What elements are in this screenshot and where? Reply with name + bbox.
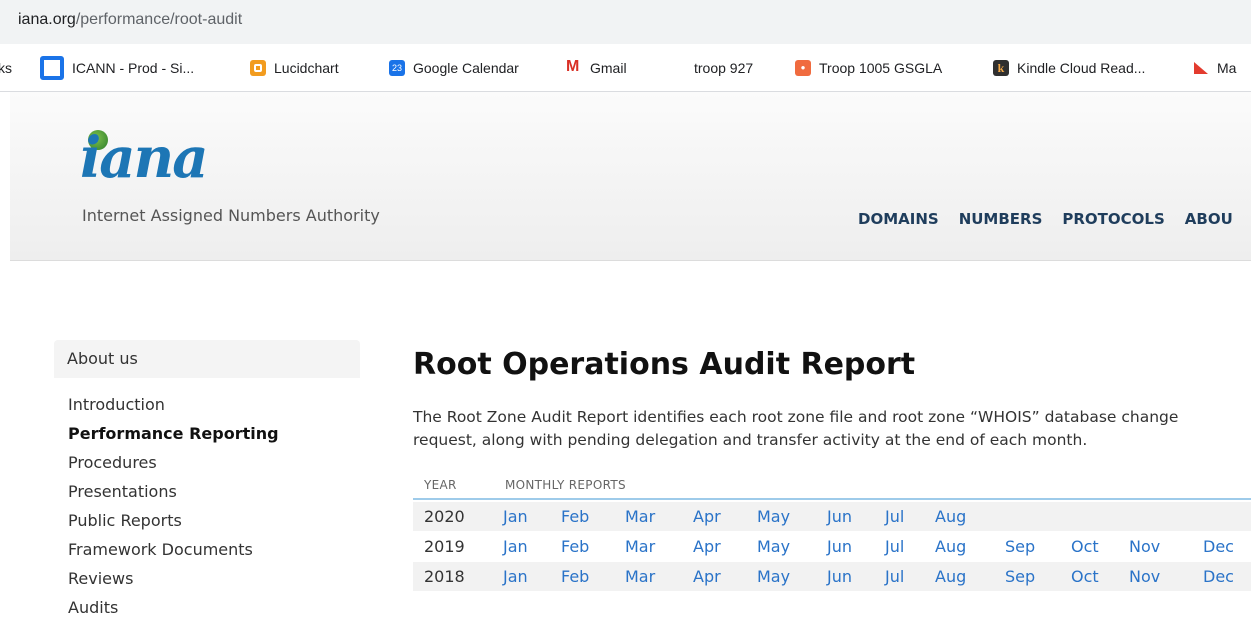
month-report-link[interactable]: Jan xyxy=(503,537,528,556)
month-report-link[interactable]: Jun xyxy=(827,537,852,556)
gmail-icon: M xyxy=(566,57,580,75)
bookmarks-bar: ks ICANN - Prod - Si... Lucidchart 23 Go… xyxy=(0,44,1251,92)
bookmark-troop-1005[interactable]: ● Troop 1005 GSGLA xyxy=(795,44,942,91)
url-text[interactable]: iana.org/performance/root-audit xyxy=(18,11,242,29)
month-report-link[interactable]: Feb xyxy=(561,567,589,586)
month-report-link[interactable]: Mar xyxy=(625,567,655,586)
bookmark-ma[interactable]: Ma xyxy=(1193,44,1236,91)
top-navigation: DOMAINS NUMBERS PROTOCOLS ABOU xyxy=(858,210,1251,228)
bookmark-icon xyxy=(1193,59,1209,76)
sidebar-menu: Introduction Performance Reporting Proce… xyxy=(54,390,360,622)
month-report-link[interactable]: Oct xyxy=(1071,567,1099,586)
site-tagline: Internet Assigned Numbers Authority xyxy=(82,206,380,225)
month-report-link[interactable]: Nov xyxy=(1129,537,1160,556)
kindle-icon: k xyxy=(993,59,1009,76)
month-report-link[interactable]: Jul xyxy=(885,507,904,526)
nav-about[interactable]: ABOU xyxy=(1185,210,1233,228)
bookmark-label: Google Calendar xyxy=(413,59,519,76)
month-report-link[interactable]: May xyxy=(757,537,790,556)
table-row: 2020 Jan Feb Mar Apr May Jun Jul Aug xyxy=(413,502,1251,531)
sidebar-item-reviews[interactable]: Reviews xyxy=(68,564,360,593)
sidebar-item-procedures[interactable]: Procedures xyxy=(68,448,360,477)
month-report-link[interactable]: Sep xyxy=(1005,537,1035,556)
site-header: iana Internet Assigned Numbers Authority… xyxy=(10,92,1251,261)
table-header: YEAR MONTHLY REPORTS xyxy=(413,476,1251,500)
bookmark-item[interactable]: ks xyxy=(0,44,12,91)
nav-numbers[interactable]: NUMBERS xyxy=(959,210,1043,228)
bookmark-icann[interactable]: ICANN - Prod - Si... xyxy=(40,44,194,91)
month-report-link[interactable]: Nov xyxy=(1129,567,1160,586)
url-path: /performance/root-audit xyxy=(75,11,243,28)
main-content: Root Operations Audit Report The Root Zo… xyxy=(413,340,1251,591)
year-cell: 2020 xyxy=(424,507,465,526)
column-header-monthly-reports: MONTHLY REPORTS xyxy=(505,478,626,492)
sidebar-item-introduction[interactable]: Introduction xyxy=(68,390,360,419)
sidebar: About us Introduction Performance Report… xyxy=(54,340,360,617)
bookmark-gmail[interactable]: M Gmail xyxy=(566,44,627,91)
month-report-link[interactable]: Mar xyxy=(625,507,655,526)
nav-protocols[interactable]: PROTOCOLS xyxy=(1062,210,1164,228)
troop-icon: ● xyxy=(795,59,811,76)
icann-icon xyxy=(40,55,64,80)
intro-paragraph: The Root Zone Audit Report identifies ea… xyxy=(413,408,1179,449)
bookmark-label: Ma xyxy=(1217,59,1237,76)
month-report-link[interactable]: Feb xyxy=(561,507,589,526)
month-report-link[interactable]: Apr xyxy=(693,537,721,556)
sidebar-item-public-reports[interactable]: Public Reports xyxy=(68,506,360,535)
bookmark-google-calendar[interactable]: 23 Google Calendar xyxy=(389,44,519,91)
month-report-link[interactable]: Jul xyxy=(885,537,904,556)
sidebar-heading[interactable]: About us xyxy=(54,340,360,378)
bookmark-label: ICANN - Prod - Si... xyxy=(72,59,195,76)
month-report-link[interactable]: Aug xyxy=(935,537,966,556)
month-report-link[interactable]: Dec xyxy=(1203,567,1234,586)
page-title: Root Operations Audit Report xyxy=(413,347,916,382)
report-table: 2020 Jan Feb Mar Apr May Jun Jul Aug 2019 Jan Feb Ma… xyxy=(413,502,1251,592)
address-bar[interactable]: iana.org/performance/root-audit xyxy=(0,0,1251,44)
month-report-link[interactable]: Dec xyxy=(1203,537,1234,556)
bookmark-label: ks xyxy=(0,59,12,76)
sidebar-item-audits[interactable]: Audits xyxy=(68,593,360,622)
month-report-link[interactable]: Apr xyxy=(693,567,721,586)
year-cell: 2019 xyxy=(424,537,465,556)
month-report-link[interactable]: May xyxy=(757,567,790,586)
url-host: iana.org xyxy=(18,11,76,28)
month-report-link[interactable]: Sep xyxy=(1005,567,1035,586)
bookmark-lucidchart[interactable]: Lucidchart xyxy=(250,44,339,91)
year-cell: 2018 xyxy=(424,567,465,586)
bookmark-label: Gmail xyxy=(590,59,627,76)
nav-domains[interactable]: DOMAINS xyxy=(858,210,939,228)
sidebar-item-framework-documents[interactable]: Framework Documents xyxy=(68,535,360,564)
column-header-year: YEAR xyxy=(424,478,457,492)
month-report-link[interactable]: Jan xyxy=(503,507,528,526)
month-report-link[interactable]: Oct xyxy=(1071,537,1099,556)
table-row: 2019 Jan Feb Mar Apr May Jun Jul Aug Sep Oct Nov Dec xyxy=(413,532,1251,561)
sidebar-item-presentations[interactable]: Presentations xyxy=(68,477,360,506)
bookmark-label: troop 927 xyxy=(694,59,754,76)
month-report-link[interactable]: Mar xyxy=(625,537,655,556)
bookmark-label: Kindle Cloud Read... xyxy=(1017,59,1146,76)
bookmark-kindle[interactable]: k Kindle Cloud Read... xyxy=(993,44,1145,91)
month-report-link[interactable]: Feb xyxy=(561,537,589,556)
month-report-link[interactable]: Jul xyxy=(885,567,904,586)
month-report-link[interactable]: Jun xyxy=(827,507,852,526)
iana-logo[interactable]: iana xyxy=(80,130,209,186)
bookmark-troop-927[interactable]: troop 927 xyxy=(694,44,753,91)
bookmark-label: Lucidchart xyxy=(274,59,339,76)
google-calendar-icon: 23 xyxy=(389,59,405,76)
month-report-link[interactable]: Aug xyxy=(935,507,966,526)
sidebar-item-performance-reporting[interactable]: Performance Reporting xyxy=(68,419,360,448)
month-report-link[interactable]: Aug xyxy=(935,567,966,586)
month-report-link[interactable]: Apr xyxy=(693,507,721,526)
month-report-link[interactable]: Jun xyxy=(827,567,852,586)
month-report-link[interactable]: Jan xyxy=(503,567,528,586)
table-row: 2018 Jan Feb Mar Apr May Jun Jul Aug Sep Oct Nov Dec xyxy=(413,562,1251,591)
bookmark-label: Troop 1005 GSGLA xyxy=(819,59,943,76)
month-report-link[interactable]: May xyxy=(757,507,790,526)
lucidchart-icon xyxy=(250,59,266,76)
